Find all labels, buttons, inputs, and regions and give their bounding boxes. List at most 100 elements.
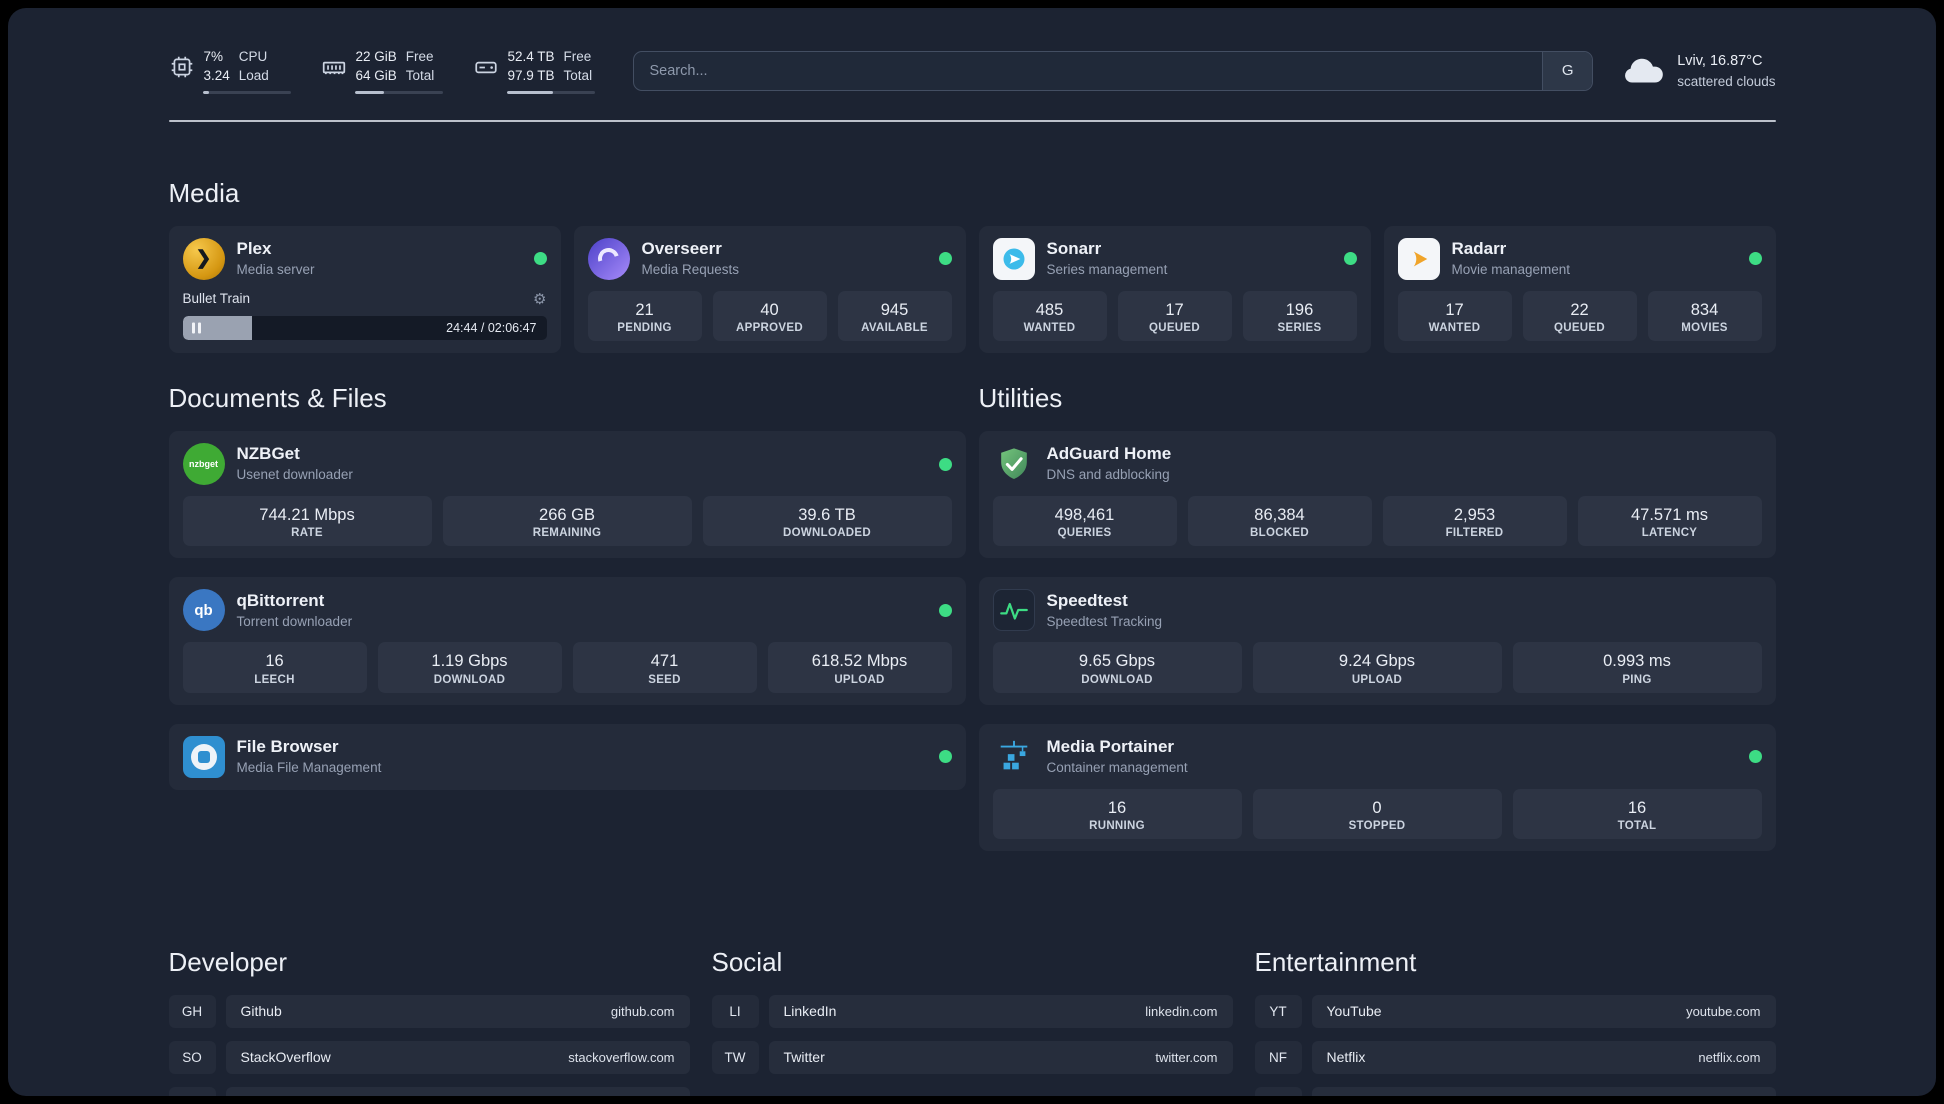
memory-free-label: Free: [405, 49, 434, 64]
section-heading-entertainment: Entertainment: [1254, 946, 1417, 977]
search-provider-button[interactable]: G: [1542, 51, 1593, 90]
stat-stopped: 0 STOPPED: [1252, 788, 1502, 839]
app-title: NZBGet: [236, 444, 300, 464]
section-heading-documents: Documents & Files: [168, 383, 387, 414]
stat-upload: 618.52 Mbps UPLOAD: [767, 642, 952, 693]
topbar: 7% 3.24 CPU Load 22 GiB 64 GiB Free Tota…: [169, 8, 1776, 94]
nzbget-icon: nzbget: [182, 443, 225, 486]
disk-free-value: 52.4 TB: [507, 49, 555, 64]
bookmark-twitter[interactable]: TW Twitter twitter.com: [711, 1040, 1233, 1074]
filebrowser-icon: [182, 735, 225, 778]
app-title: Radarr: [1451, 239, 1507, 259]
bookmark-abbr: RE: [1254, 1086, 1302, 1096]
bookmark-name: LinkedIn: [783, 1003, 837, 1020]
plex-icon: ❯: [182, 237, 225, 280]
bookmark-name: Netflix: [1326, 1049, 1366, 1066]
pause-icon[interactable]: [191, 322, 201, 334]
memory-total-label: Total: [405, 67, 435, 83]
bookmark-url: github.com: [610, 1003, 675, 1019]
cpu-load-label: Load: [238, 67, 269, 83]
app-subtitle: Speedtest Tracking: [1046, 613, 1163, 629]
cpu-label: CPU: [238, 49, 268, 64]
disk-stat: 52.4 TB 97.9 TB Free Total: [473, 48, 595, 94]
bookmark-abbr: DT: [168, 1086, 216, 1096]
bookmark-url: twitter.com: [1155, 1049, 1218, 1065]
disk-progress-bar: [506, 90, 595, 94]
stat-queued: 17 QUEUED: [1117, 290, 1232, 342]
card-adguard[interactable]: AdGuard Home DNS and adblocking 498,461 …: [978, 431, 1776, 559]
status-dot: [938, 750, 952, 764]
bookmark-abbr: LI: [711, 994, 759, 1028]
app-title: Overseerr: [641, 239, 722, 259]
card-sonarr[interactable]: Sonarr Series management 485 WANTED 17 Q…: [978, 225, 1371, 354]
stat-filtered: 2,953 FILTERED: [1382, 496, 1567, 547]
disk-free-label: Free: [563, 49, 592, 64]
cloud-icon: [1623, 52, 1665, 89]
cpu-percent: 7%: [203, 49, 224, 64]
qbittorrent-icon: qb: [182, 589, 225, 632]
memory-free-value: 22 GiB: [355, 49, 397, 64]
bookmark-name: StackOverflow: [240, 1049, 331, 1066]
disk-total-label: Total: [563, 67, 593, 83]
cpu-stat: 7% 3.24 CPU Load: [169, 48, 291, 94]
card-nzbget[interactable]: nzbget NZBGet Usenet downloader 744.21 M…: [168, 431, 966, 559]
topbar-divider: [168, 119, 1776, 122]
bookmark-abbr: NF: [1254, 1040, 1302, 1074]
disk-total-value: 97.9 TB: [507, 67, 555, 83]
bookmark-reddit[interactable]: RE Reddit reddit.com: [1254, 1086, 1776, 1096]
gear-icon[interactable]: ⚙: [533, 290, 546, 308]
bookmark-url: youtube.com: [1686, 1003, 1761, 1019]
speedtest-icon: [992, 589, 1035, 632]
dashboard: 7% 3.24 CPU Load 22 GiB 64 GiB Free Tota…: [8, 8, 1936, 1096]
app-subtitle: Media server: [236, 262, 315, 278]
stat-series: 196 SERIES: [1242, 290, 1357, 342]
memory-total-value: 64 GiB: [355, 67, 397, 83]
stat-queued: 22 QUEUED: [1522, 290, 1637, 342]
card-portainer[interactable]: Media Portainer Container management 16 …: [978, 723, 1776, 851]
app-title: Speedtest: [1046, 590, 1128, 610]
stat-pending: 21 PENDING: [587, 290, 702, 342]
app-title: File Browser: [236, 737, 339, 756]
status-dot: [1748, 750, 1762, 764]
bookmark-stackoverflow[interactable]: SO StackOverflow stackoverflow.com: [168, 1040, 690, 1074]
search-input[interactable]: [633, 51, 1543, 90]
card-overseerr[interactable]: Overseerr Media Requests 21 PENDING 40 A…: [573, 225, 966, 354]
card-speedtest[interactable]: Speedtest Speedtest Tracking 9.65 Gbps D…: [978, 577, 1776, 705]
bookmark-netflix[interactable]: NF Netflix netflix.com: [1254, 1040, 1776, 1074]
sonarr-icon: [992, 237, 1035, 280]
stat-available: 945 AVAILABLE: [837, 290, 952, 342]
stat-wanted: 485 WANTED: [992, 290, 1107, 342]
bookmark-linkedin[interactable]: LI LinkedIn linkedin.com: [711, 994, 1233, 1028]
section-heading-social: Social: [711, 946, 783, 977]
stat-ping: 0.993 ms PING: [1512, 642, 1762, 693]
card-filebrowser[interactable]: File Browser Media File Management: [168, 723, 966, 790]
cpu-progress-bar: [202, 90, 291, 94]
bookmark-url: linkedin.com: [1145, 1003, 1218, 1019]
bookmark-dev[interactable]: DT DEV dev.to: [168, 1086, 690, 1096]
bookmark-youtube[interactable]: YT YouTube youtube.com: [1254, 994, 1776, 1028]
section-heading-media: Media: [168, 177, 240, 208]
stat-download: 1.19 Gbps DOWNLOAD: [377, 642, 562, 693]
bookmark-abbr: YT: [1254, 994, 1302, 1028]
memory-stat: 22 GiB 64 GiB Free Total: [321, 48, 443, 94]
status-dot: [938, 457, 952, 471]
stat-running: 16 RUNNING: [992, 788, 1242, 839]
card-qbittorrent[interactable]: qb qBittorrent Torrent downloader 16 LEE…: [168, 577, 966, 705]
status-dot: [1343, 252, 1357, 266]
stat-upload: 9.24 Gbps UPLOAD: [1252, 642, 1502, 693]
app-title: Media Portainer: [1046, 737, 1175, 756]
stat-blocked: 86,384 BLOCKED: [1187, 496, 1372, 547]
card-plex[interactable]: ❯ Plex Media server Bullet Train ⚙ 24:44…: [168, 225, 561, 354]
app-title: Sonarr: [1046, 239, 1102, 259]
app-subtitle: DNS and adblocking: [1046, 467, 1170, 483]
stat-leech: 16 LEECH: [182, 642, 367, 693]
app-subtitle: Media Requests: [641, 262, 740, 278]
bookmark-github[interactable]: GH Github github.com: [168, 994, 690, 1028]
status-dot: [533, 252, 547, 266]
app-title: Plex: [236, 239, 272, 259]
app-subtitle: Torrent downloader: [236, 613, 353, 629]
card-radarr[interactable]: Radarr Movie management 17 WANTED 22 QUE…: [1383, 225, 1776, 354]
stat-downloaded: 39.6 TB DOWNLOADED: [702, 496, 952, 547]
app-subtitle: Container management: [1046, 759, 1188, 775]
bookmark-name: Reddit: [1327, 1095, 1367, 1096]
